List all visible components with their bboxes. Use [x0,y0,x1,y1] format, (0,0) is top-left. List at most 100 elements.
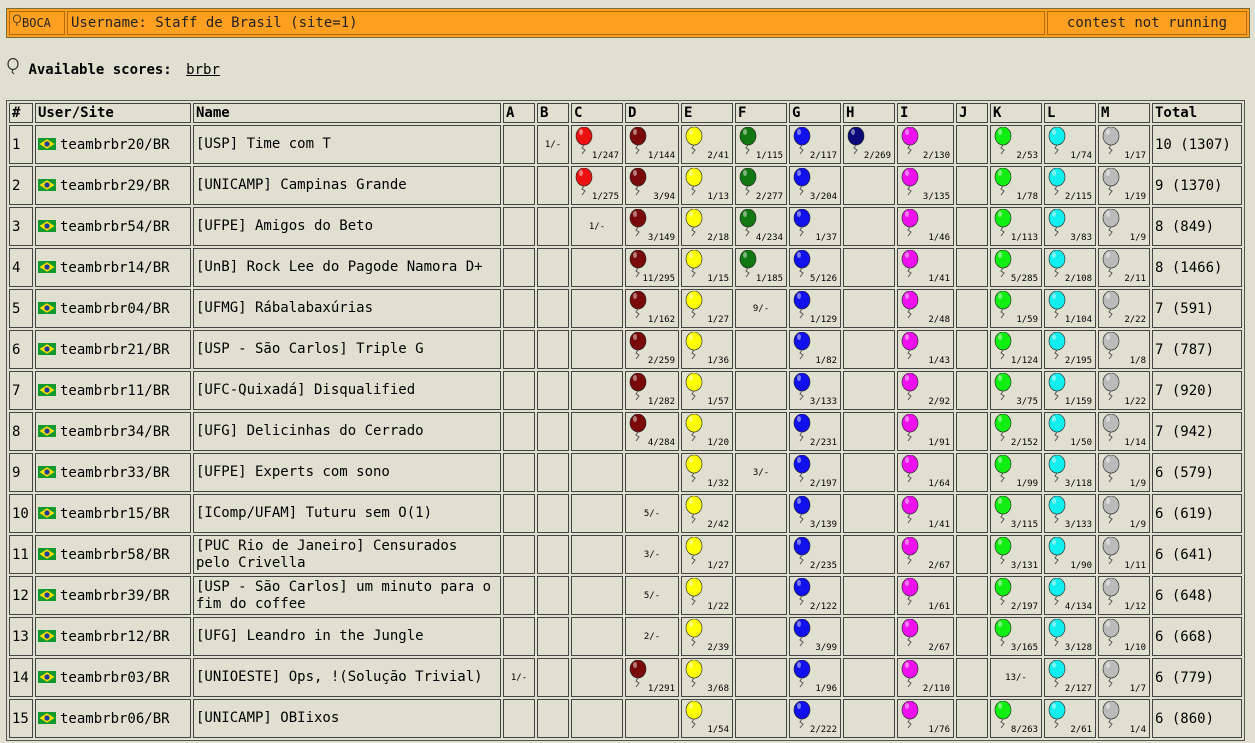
table-row: 9 teambrbr33/BR [UFPE] Experts com sono 1/3… [9,453,1242,492]
solved-value: 1/22 [1124,397,1146,407]
problem-cell-e: 2/42 [681,494,733,533]
balloon-icon [1048,168,1066,196]
team-name-cell: [UFMG] Rábalabaxúrias [193,289,501,328]
solved-value: 2/235 [809,561,837,571]
balloon-icon [793,168,811,196]
problem-cell-b [537,617,569,656]
problem-cell-b [537,371,569,410]
solved-value: 2/53 [1016,151,1038,161]
problem-cell-i: 2/48 [897,289,954,328]
brazil-flag-icon [38,383,56,396]
solved-value: 1/46 [928,233,950,243]
brazil-flag-icon [38,260,56,273]
balloon-icon [685,209,703,237]
balloon-icon [685,578,703,606]
problem-cell-j [956,248,988,287]
problem-cell-a [503,248,535,287]
balloon-icon [629,209,647,237]
problem-cell-a [503,535,535,574]
table-row: 1 teambrbr20/BR [USP] Time com T 1/- 1/247 1/… [9,125,1242,164]
attempts-value: 3/- [752,467,770,478]
problem-cell-f [735,699,787,738]
problem-cell-g: 1/96 [789,658,841,697]
balloon-icon [994,373,1012,401]
problem-cell-c: 1/275 [571,166,623,205]
balloon-icon [13,14,21,27]
rank-cell: 13 [9,617,33,656]
solved-value: 2/39 [707,643,729,653]
total-cell: 8 (1466) [1152,248,1242,287]
team-name-cell: [UFG] Delicinhas do Cerrado [193,412,501,451]
problem-cell-i: 1/64 [897,453,954,492]
problem-cell-k: 5/285 [990,248,1042,287]
problem-cell-d: 1/162 [625,289,679,328]
problem-cell-f: 2/277 [735,166,787,205]
user-site-cell: teambrbr58/BR [35,535,191,574]
attempts-value: 5/- [643,508,661,519]
balloon-icon [1102,701,1120,729]
problem-cell-j [956,494,988,533]
column-header-b: B [537,103,569,123]
solved-value: 4/284 [647,438,675,448]
problem-cell-e: 1/54 [681,699,733,738]
balloon-icon [685,332,703,360]
user-site-label: teambrbr15/BR [60,505,170,522]
solved-value: 3/128 [1064,643,1092,653]
problem-cell-h [843,166,895,205]
problem-cell-j [956,330,988,369]
rank-cell: 11 [9,535,33,574]
problem-cell-b [537,576,569,615]
solved-value: 1/96 [815,684,837,694]
solved-value: 1/7 [1129,684,1146,694]
problem-cell-f: 3/- [735,453,787,492]
solved-value: 1/291 [647,684,675,694]
problem-cell-g: 3/139 [789,494,841,533]
balloon-icon [1102,209,1120,237]
balloon-icon [739,127,757,155]
team-name-cell: [UNIOESTE] Ops, !(Solução Trivial) [193,658,501,697]
problem-cell-e: 1/36 [681,330,733,369]
attempts-value: 2/- [643,631,661,642]
balloon-icon [901,496,919,524]
problem-cell-i: 2/92 [897,371,954,410]
table-row: 10 teambrbr15/BR [IComp/UFAM] Tuturu sem O… [9,494,1242,533]
problem-cell-l: 3/128 [1044,617,1096,656]
solved-value: 1/162 [647,315,675,325]
column-header-user-site: User/Site [35,103,191,123]
balloon-icon [994,496,1012,524]
solved-value: 1/27 [707,315,729,325]
solved-value: 1/9 [1129,233,1146,243]
balloon-icon [793,414,811,442]
table-row: 14 teambrbr03/BR [UNIOESTE] Ops, !(Solução… [9,658,1242,697]
solved-value: 1/129 [809,315,837,325]
problem-cell-h [843,658,895,697]
solved-value: 1/282 [647,397,675,407]
problem-cell-c [571,289,623,328]
boca-logo[interactable]: BOCA [9,11,65,35]
solved-value: 1/50 [1070,438,1092,448]
solved-value: 1/115 [755,151,783,161]
problem-cell-k: 1/59 [990,289,1042,328]
solved-value: 1/57 [707,397,729,407]
column-header-d: D [625,103,679,123]
problem-cell-g: 5/126 [789,248,841,287]
problem-cell-f [735,330,787,369]
total-cell: 6 (860) [1152,699,1242,738]
balloon-icon [685,701,703,729]
solved-value: 1/159 [1064,397,1092,407]
balloon-icon [685,291,703,319]
solved-value: 2/11 [1124,274,1146,284]
balloon-icon [901,373,919,401]
balloon-icon [901,537,919,565]
problem-cell-j [956,412,988,451]
problem-cell-k: 3/75 [990,371,1042,410]
user-site-cell: teambrbr21/BR [35,330,191,369]
score-link-brbr[interactable]: brbr [186,62,220,78]
balloon-icon [793,660,811,688]
balloon-icon [685,455,703,483]
solved-value: 3/115 [1010,520,1038,530]
problem-cell-h [843,289,895,328]
problem-cell-m: 1/19 [1098,166,1150,205]
attempts-value: 13/- [1005,672,1027,683]
column-header-i: I [897,103,954,123]
